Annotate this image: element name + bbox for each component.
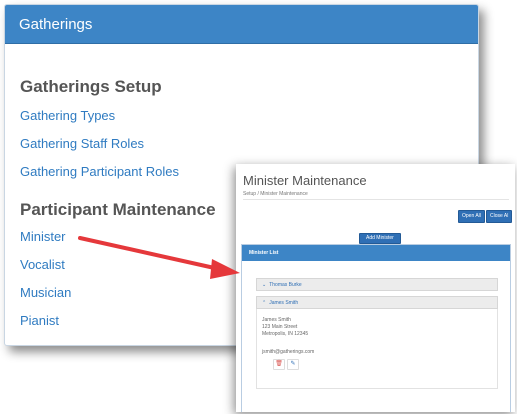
- link-musician[interactable]: Musician: [20, 285, 71, 300]
- add-minister-button[interactable]: Add Minister: [359, 233, 401, 244]
- list-item-label: Thomas Burke: [269, 282, 302, 288]
- panel-header: Gatherings: [5, 5, 478, 44]
- chevron-down-icon: ⌄: [262, 282, 267, 288]
- open-all-button[interactable]: Open All: [458, 210, 485, 223]
- list-item[interactable]: ⌃ James Smith: [256, 296, 498, 309]
- link-gathering-participant-roles[interactable]: Gathering Participant Roles: [20, 164, 179, 179]
- inset-divider: [243, 199, 509, 200]
- link-pianist[interactable]: Pianist: [20, 313, 59, 328]
- list-item-label: James Smith: [269, 300, 299, 306]
- detail-email: jsmith@gatherings.com: [262, 349, 315, 355]
- inset-page-title: Minister Maintenance: [243, 173, 367, 188]
- link-gathering-staff-roles[interactable]: Gathering Staff Roles: [20, 136, 144, 151]
- minister-maintenance-screenshot: Minister Maintenance Setup / Minister Ma…: [236, 164, 515, 412]
- minister-detail: James Smith 123 Main Street Metropolis, …: [256, 309, 498, 389]
- detail-city: Metropolis, IN 12345: [262, 331, 309, 337]
- minister-list-header: Minister List: [242, 245, 510, 261]
- link-vocalist[interactable]: Vocalist: [20, 257, 65, 272]
- link-gathering-types[interactable]: Gathering Types: [20, 108, 115, 123]
- minister-list-panel: Minister List ⌄ Thomas Burke ⌃ James Smith…: [241, 244, 511, 412]
- panel-title: Gatherings: [19, 15, 93, 33]
- inset-breadcrumb: Setup / Minister Maintenance: [243, 191, 308, 197]
- chevron-up-icon: ⌃: [262, 300, 267, 306]
- list-item[interactable]: ⌄ Thomas Burke: [256, 278, 498, 291]
- detail-street: 123 Main Street: [262, 324, 298, 330]
- close-all-button[interactable]: Close Al: [486, 210, 513, 223]
- link-minister[interactable]: Minister: [20, 229, 66, 244]
- gatherings-setup-heading: Gatherings Setup: [20, 77, 162, 96]
- trash-icon[interactable]: 🗑: [273, 359, 285, 370]
- participant-maintenance-heading: Participant Maintenance: [20, 200, 216, 219]
- detail-name: James Smith: [262, 317, 291, 323]
- edit-icon[interactable]: ✎: [287, 359, 299, 370]
